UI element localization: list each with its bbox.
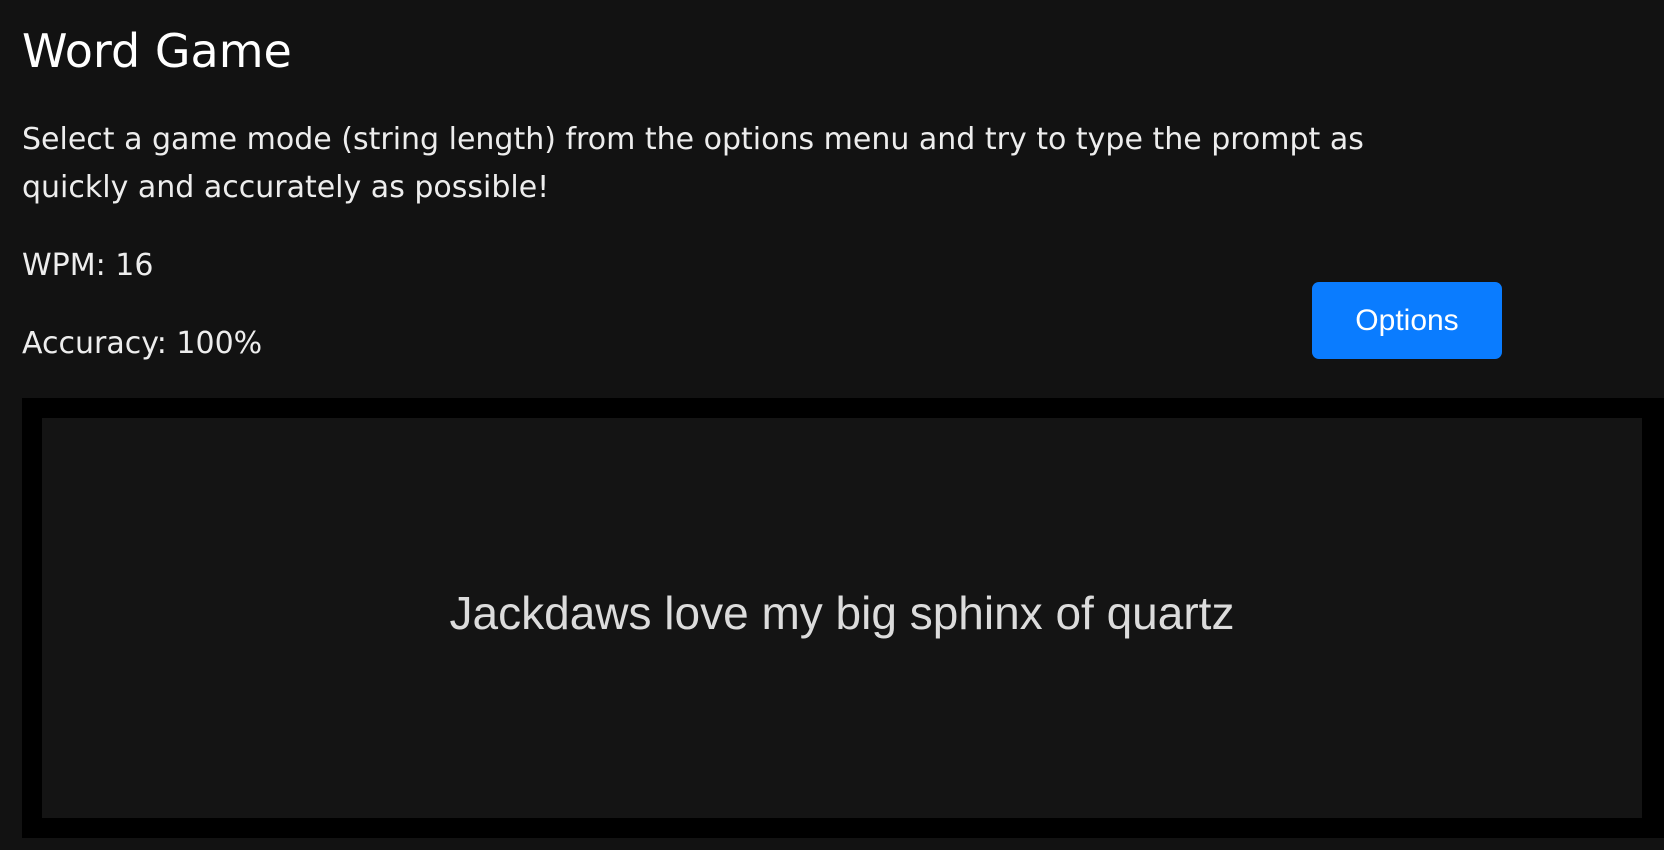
prompt-text: Jackdaws love my big sphinx of quartz — [449, 587, 1235, 639]
options-button[interactable]: Options — [1312, 282, 1502, 359]
game-canvas-area: Jackdaws love my big sphinx of quartz — [42, 418, 1642, 818]
page-title: Word Game — [22, 24, 292, 78]
accuracy-stat: Accuracy: 100% — [22, 326, 263, 361]
wpm-stat: WPM: 16 — [22, 248, 154, 283]
instructions-text: Select a game mode (string length) from … — [22, 122, 1364, 205]
game-canvas[interactable]: Jackdaws love my big sphinx of quartz — [22, 398, 1664, 838]
word-game-page: Word Game Select a game mode (string len… — [0, 0, 1664, 850]
